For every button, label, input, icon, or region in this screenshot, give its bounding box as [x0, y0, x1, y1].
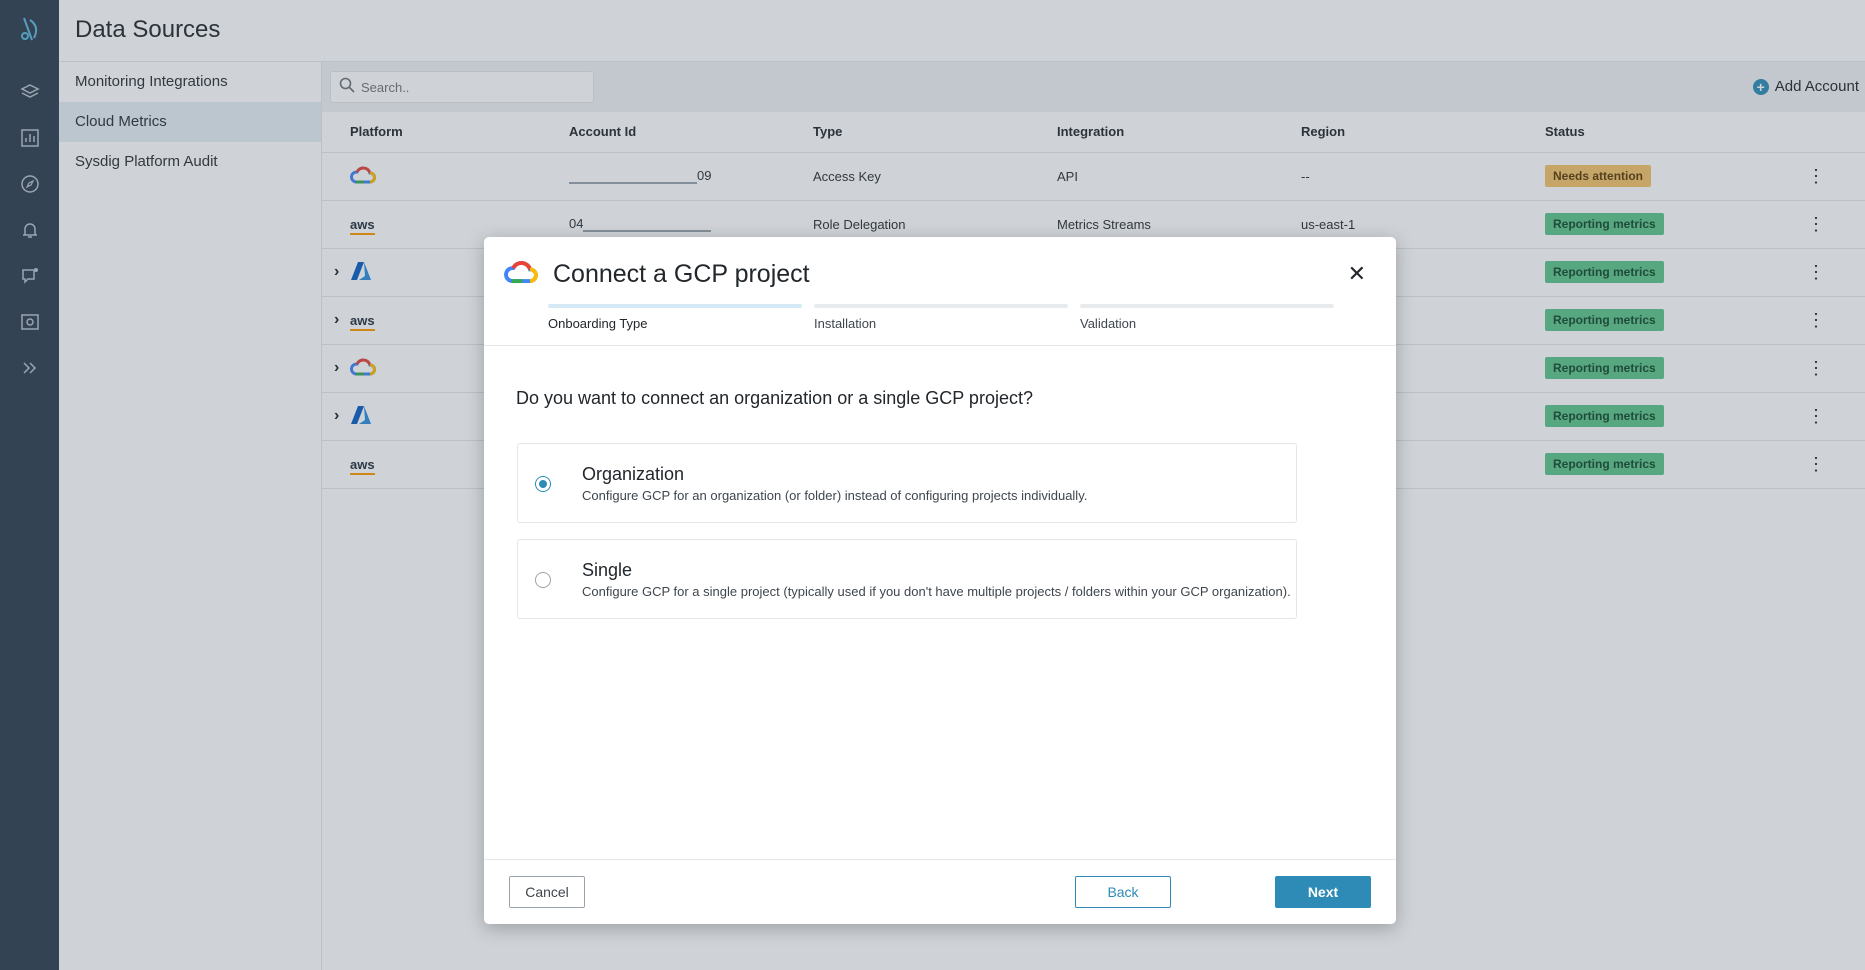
wizard-steps: Onboarding Type Installation Validation: [548, 304, 1346, 331]
step-progress-bar: [548, 304, 802, 308]
gcp-logo-icon: [504, 259, 538, 290]
option-title: Organization: [582, 464, 685, 484]
step-validation: Validation: [1080, 304, 1334, 331]
close-icon[interactable]: ✕: [1348, 261, 1366, 287]
back-button[interactable]: Back: [1075, 876, 1171, 908]
onboarding-question: Do you want to connect an organization o…: [516, 388, 1033, 408]
step-installation: Installation: [814, 304, 1068, 331]
option-organization[interactable]: Organization Configure GCP for an organi…: [517, 443, 1297, 523]
step-onboarding-type: Onboarding Type: [548, 304, 802, 331]
option-single[interactable]: Single Configure GCP for a single projec…: [517, 539, 1297, 619]
step-progress-bar: [814, 304, 1068, 308]
organization-radio[interactable]: [535, 476, 551, 492]
step-progress-bar: [1080, 304, 1334, 308]
connect-gcp-modal: Connect a GCP project ✕ Onboarding Type …: [484, 237, 1396, 924]
step-label: Onboarding Type: [548, 316, 648, 331]
step-label: Validation: [1080, 316, 1137, 331]
next-button[interactable]: Next: [1275, 876, 1371, 908]
single-radio[interactable]: [535, 572, 551, 588]
cancel-button[interactable]: Cancel: [509, 876, 585, 908]
modal-header: Connect a GCP project ✕ Onboarding Type …: [484, 237, 1396, 346]
option-description: Configure GCP for a single project (typi…: [582, 584, 1291, 599]
modal-footer: Cancel Back Next: [484, 859, 1396, 924]
modal-title: Connect a GCP project: [553, 260, 810, 288]
step-label: Installation: [814, 316, 877, 331]
option-title: Single: [582, 560, 633, 580]
option-description: Configure GCP for an organization (or fo…: [582, 488, 1088, 503]
